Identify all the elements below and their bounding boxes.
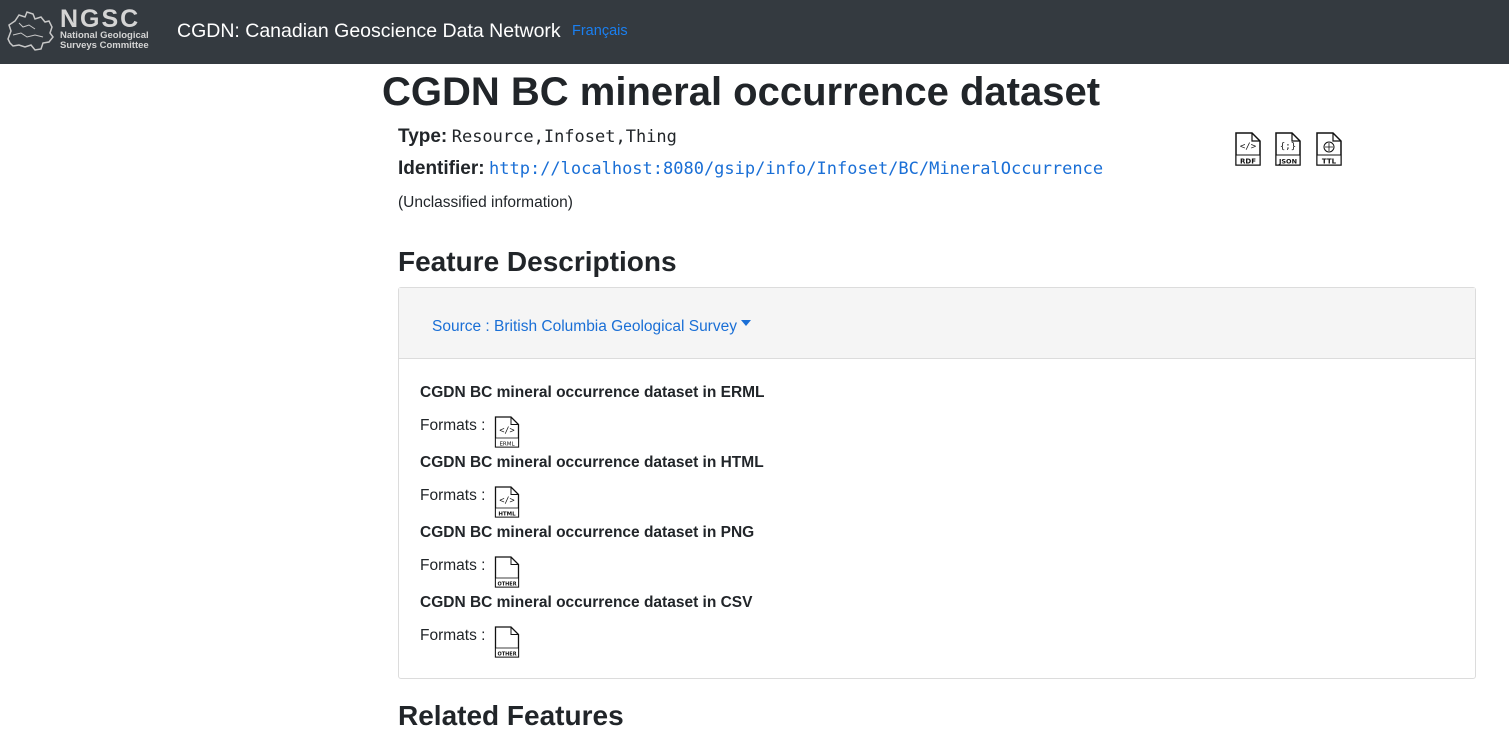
logo-subtitle: National Geological Surveys Committee: [60, 30, 149, 51]
source-dropdown[interactable]: Source : British Columbia Geological Sur…: [432, 318, 751, 336]
canada-map-icon: [7, 11, 54, 51]
svg-text:TTL: TTL: [1322, 158, 1337, 166]
type-row: Type: Resource,Infoset,Thing: [398, 126, 677, 148]
svg-text:ERML: ERML: [499, 442, 515, 448]
svg-text:</>: </>: [499, 496, 514, 506]
feature-descriptions-heading: Feature Descriptions: [398, 246, 677, 277]
feature-item-title: CGDN BC mineral occurrence dataset in ER…: [420, 384, 765, 401]
feature-item-title: CGDN BC mineral occurrence dataset in PN…: [420, 524, 755, 541]
related-features-heading: Related Features: [398, 700, 624, 731]
identifier-label: Identifier:: [398, 158, 485, 179]
svg-text:OTHER: OTHER: [497, 652, 516, 658]
other-file-icon[interactable]: OTHER: [494, 626, 520, 658]
site-brand-link[interactable]: CGDN: Canadian Geoscience Data Network: [177, 20, 561, 43]
svg-text:JSON: JSON: [1278, 158, 1297, 166]
feature-descriptions-card: Source : British Columbia Geological Sur…: [398, 287, 1476, 679]
top-navbar: NGSC National Geological Surveys Committ…: [0, 0, 1509, 64]
identifier-row: Identifier: http://localhost:8080/gsip/i…: [398, 158, 1103, 180]
page-title: CGDN BC mineral occurrence dataset: [382, 70, 1101, 114]
card-header: Source : British Columbia Geological Sur…: [399, 288, 1475, 359]
language-toggle-link[interactable]: Français: [572, 23, 628, 39]
feature-item-title: CGDN BC mineral occurrence dataset in CS…: [420, 594, 753, 611]
svg-text:HTML: HTML: [498, 512, 516, 518]
html-file-icon[interactable]: </> HTML: [494, 486, 520, 518]
identifier-link[interactable]: http://localhost:8080/gsip/info/Infoset/…: [489, 159, 1103, 179]
ttl-file-icon[interactable]: TTL: [1315, 132, 1343, 166]
formats-label: Formats :: [420, 417, 486, 434]
svg-text:RDF: RDF: [1240, 158, 1256, 166]
classification-note: (Unclassified information): [398, 194, 573, 211]
formats-label: Formats :: [420, 487, 486, 504]
other-file-icon[interactable]: OTHER: [494, 556, 520, 588]
formats-label: Formats :: [420, 557, 486, 574]
svg-text:{;}: {;}: [1280, 142, 1296, 152]
json-file-icon[interactable]: {;} JSON: [1274, 132, 1302, 166]
svg-text:OTHER: OTHER: [497, 582, 516, 588]
caret-down-icon: [740, 319, 751, 326]
type-label: Type:: [398, 126, 448, 147]
rdf-file-icon[interactable]: </> RDF: [1234, 132, 1262, 166]
erml-file-icon[interactable]: </> ERML: [494, 416, 520, 448]
svg-text:</>: </>: [499, 426, 514, 436]
type-value: Resource,Infoset,Thing: [451, 127, 677, 147]
formats-label: Formats :: [420, 627, 486, 644]
ngsc-logo[interactable]: NGSC National Geological Surveys Committ…: [5, 5, 155, 55]
feature-item-title: CGDN BC mineral occurrence dataset in HT…: [420, 454, 764, 471]
svg-text:</>: </>: [1240, 142, 1257, 152]
